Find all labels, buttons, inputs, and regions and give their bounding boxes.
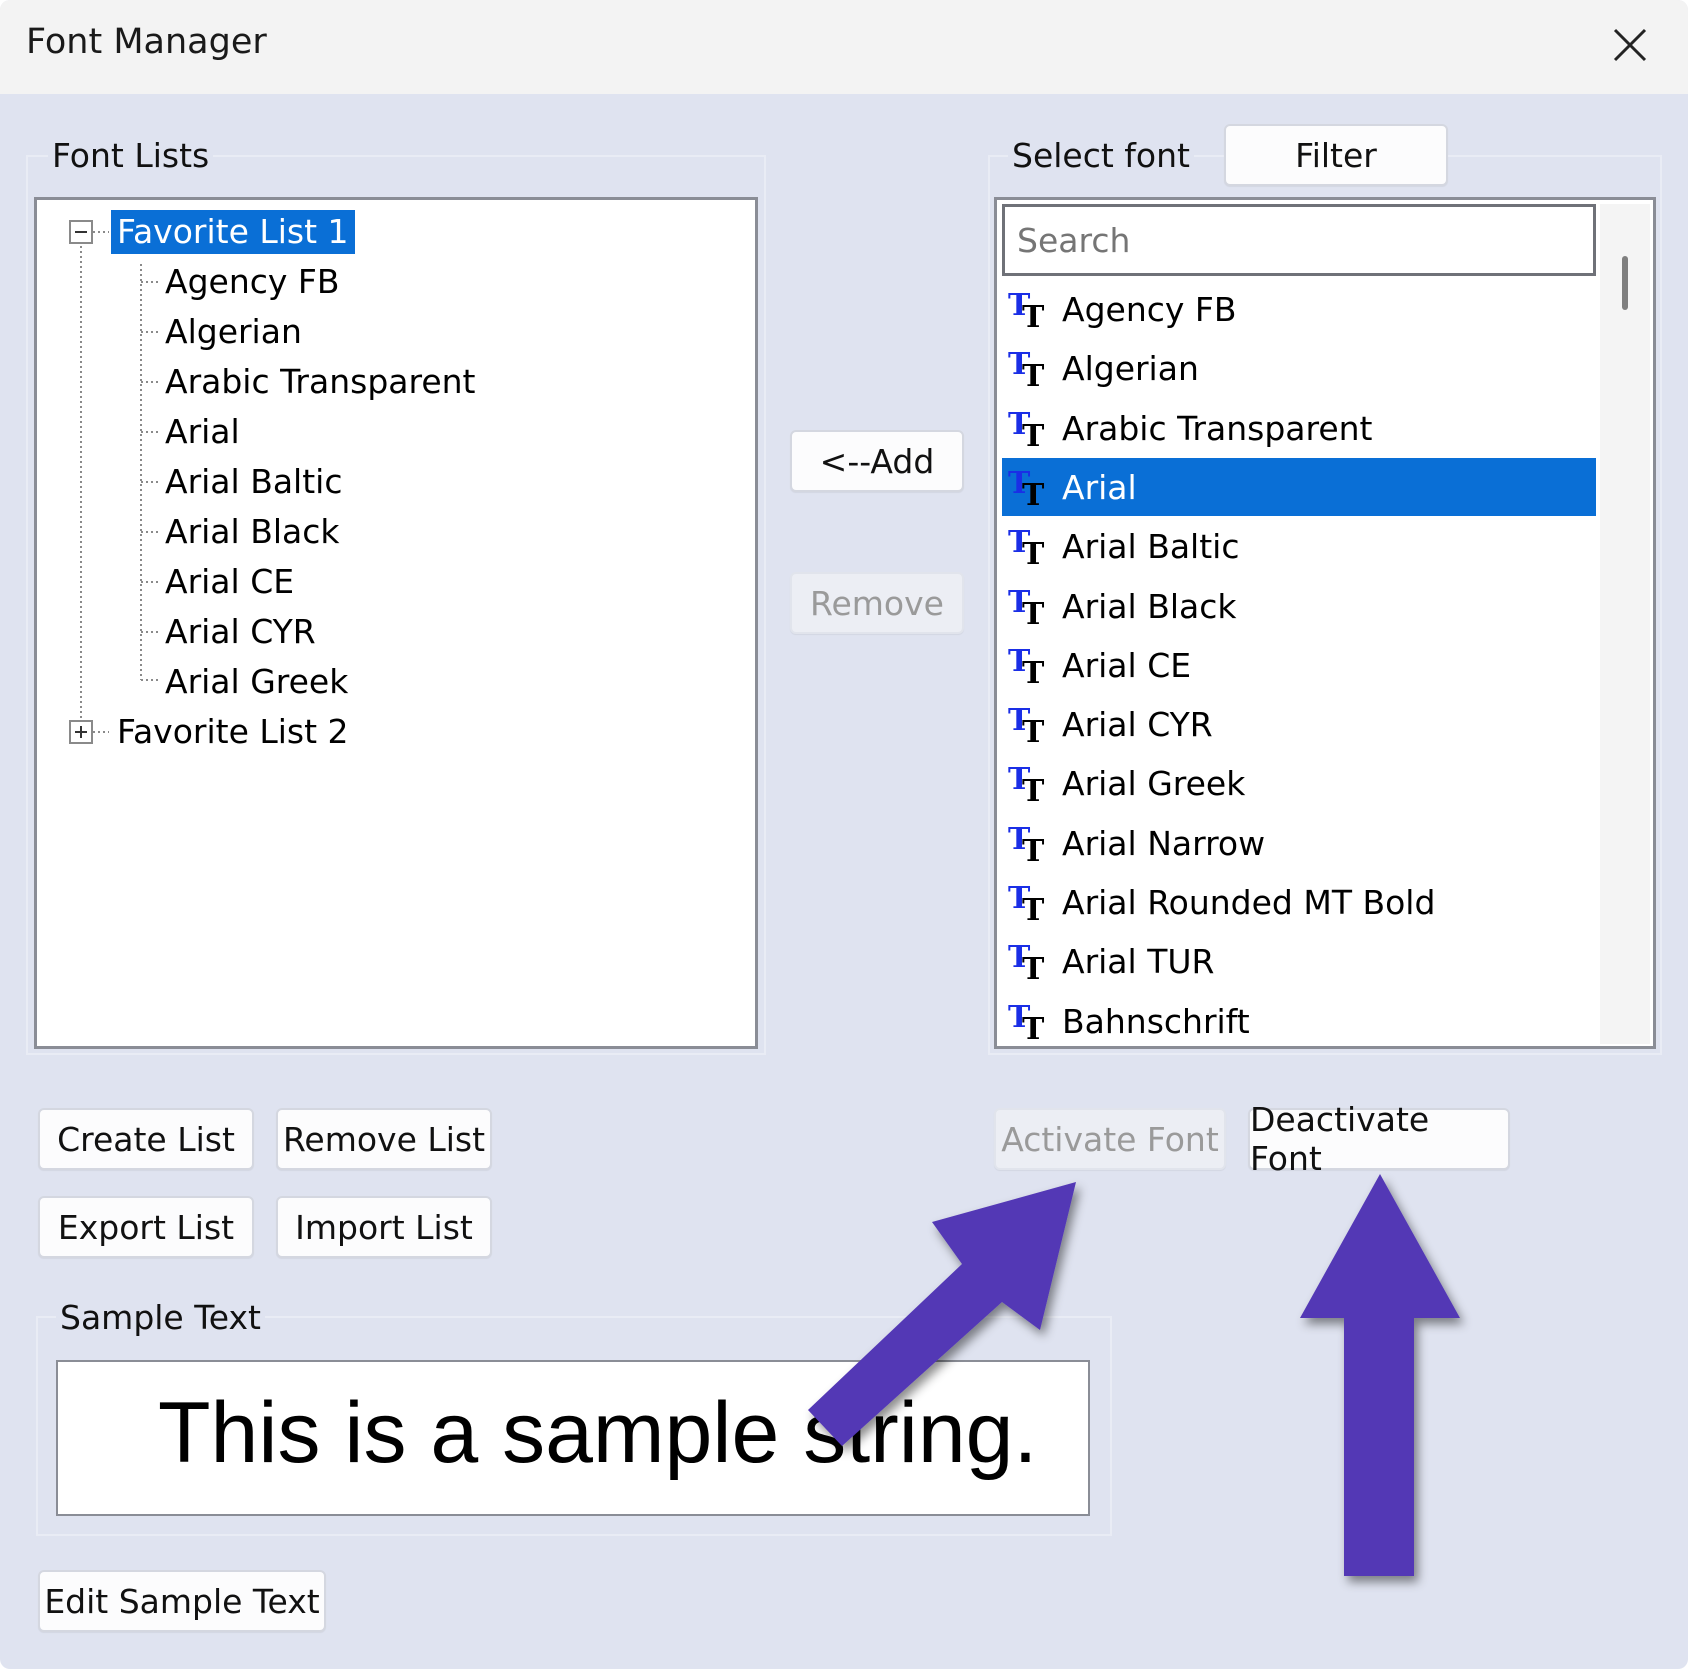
tree-child-item[interactable]: Arabic Transparent <box>165 360 476 404</box>
font-list-item[interactable]: T T Agency FB <box>1002 280 1596 338</box>
minus-box-icon <box>69 220 93 244</box>
truetype-icon: TT <box>1008 407 1045 450</box>
font-list-item-label: Algerian <box>1062 348 1199 388</box>
tree-child-item[interactable]: Algerian <box>165 310 302 354</box>
remove-button[interactable]: Remove <box>790 572 964 634</box>
export-list-button[interactable]: Export List <box>38 1196 254 1258</box>
svg-text:T: T <box>1022 359 1045 390</box>
sample-text-box: This is a sample string. <box>56 1360 1090 1516</box>
font-list-item[interactable]: T T Arial CYR <box>1002 695 1596 753</box>
font-list-item-label: Arial Black <box>1062 586 1237 626</box>
font-list-item-label: Arial Baltic <box>1062 526 1240 566</box>
truetype-icon: TT <box>1008 585 1045 628</box>
arrow-to-deactivate-font <box>1300 1174 1460 1576</box>
svg-text:T: T <box>1022 478 1045 509</box>
svg-text:T: T <box>1022 597 1045 628</box>
font-list-item[interactable]: T T Arial TUR <box>1002 932 1596 990</box>
truetype-icon: TT <box>1008 940 1045 983</box>
truetype-icon: TT <box>1008 881 1045 924</box>
sample-text: This is a sample string. <box>158 1385 1038 1481</box>
font-list-item-label: Arial Narrow <box>1062 823 1266 863</box>
tree-lines <box>80 231 159 733</box>
svg-text:T: T <box>1022 893 1045 924</box>
font-manager-window: Font Manager Font Lists Favorite List 1 … <box>0 0 1688 1669</box>
tree-item-favorite-list-2[interactable]: Favorite List 2 <box>117 710 349 754</box>
tree-child-item[interactable]: Arial Greek <box>165 660 348 704</box>
svg-text:T: T <box>1022 952 1045 983</box>
tree-collapse-toggle[interactable] <box>69 220 93 244</box>
tree-child-item[interactable]: Arial CE <box>165 560 294 604</box>
truetype-icon: TT <box>1008 466 1045 509</box>
font-list-item[interactable]: T T Arial CE <box>1002 636 1596 694</box>
font-list-item-label: Arial CE <box>1062 645 1192 685</box>
search-input[interactable] <box>1002 204 1596 276</box>
truetype-icon: TT <box>1008 822 1045 865</box>
font-list-item[interactable]: T T Arial Black <box>1002 577 1596 635</box>
font-list-scrollbar[interactable] <box>1600 204 1650 1044</box>
svg-text:T: T <box>1022 656 1045 687</box>
font-list-item[interactable]: T T Arabic Transparent <box>1002 399 1596 457</box>
font-list-item-label: Arial TUR <box>1062 941 1215 981</box>
font-list-item-label: Agency FB <box>1062 289 1237 329</box>
create-list-button[interactable]: Create List <box>38 1108 254 1170</box>
font-list-item-label: Arial CYR <box>1062 704 1213 744</box>
tree-child-item[interactable]: Agency FB <box>165 260 340 304</box>
close-button[interactable] <box>1600 18 1660 72</box>
font-list-item-label: Arabic Transparent <box>1062 408 1373 448</box>
font-list-item[interactable]: T T Arial Greek <box>1002 754 1596 812</box>
edit-sample-text-button[interactable]: Edit Sample Text <box>38 1570 326 1632</box>
tree-child-item[interactable]: Arial <box>165 410 240 454</box>
activate-font-button[interactable]: Activate Font <box>994 1108 1226 1170</box>
window-title: Font Manager <box>26 22 267 62</box>
font-lists-label: Font Lists <box>48 136 214 175</box>
truetype-icon: TT <box>1008 288 1045 331</box>
tree-item-favorite-list-1[interactable]: Favorite List 1 <box>111 210 355 254</box>
deactivate-font-button[interactable]: Deactivate Font <box>1248 1100 1510 1178</box>
font-list-item-label: Arial <box>1062 467 1137 507</box>
truetype-icon: TT <box>1008 703 1045 746</box>
scroll-thumb[interactable] <box>1622 256 1628 310</box>
font-list-item-label: Arial Greek <box>1062 763 1246 803</box>
svg-text:T: T <box>1022 834 1045 865</box>
font-list-item[interactable]: T T Arial Rounded MT Bold <box>1002 873 1596 931</box>
font-list-item[interactable]: T T Arial Narrow <box>1002 814 1596 872</box>
font-list-item-label: Arial Rounded MT Bold <box>1062 882 1436 922</box>
svg-text:T: T <box>1022 537 1045 568</box>
svg-text:T: T <box>1022 774 1045 805</box>
truetype-icon: TT <box>1008 1000 1045 1043</box>
font-list-item[interactable]: T T Algerian <box>1002 339 1596 397</box>
truetype-icon: TT <box>1008 762 1045 805</box>
sample-text-label: Sample Text <box>56 1298 265 1337</box>
font-list-item-label: Bahnschrift <box>1062 1001 1250 1041</box>
svg-text:T: T <box>1022 715 1045 746</box>
close-icon <box>1613 28 1647 62</box>
filter-button[interactable]: Filter <box>1224 124 1448 186</box>
font-list-item[interactable]: T T Arial <box>1002 458 1596 516</box>
truetype-icon: TT <box>1008 525 1045 568</box>
tree-child-item[interactable]: Arial Baltic <box>165 460 342 504</box>
remove-list-button[interactable]: Remove List <box>276 1108 492 1170</box>
svg-text:T: T <box>1022 300 1045 331</box>
svg-text:T: T <box>1022 419 1045 450</box>
truetype-icon: TT <box>1008 347 1045 390</box>
select-font-label: Select font <box>1008 136 1194 175</box>
add-button[interactable]: <--Add <box>790 430 964 492</box>
title-bar: Font Manager <box>0 0 1688 94</box>
font-list-item[interactable]: T T Bahnschrift <box>1002 992 1596 1050</box>
tree-expand-toggle[interactable] <box>69 720 93 744</box>
font-lists-tree[interactable]: Favorite List 1 Agency FB Algerian Arabi… <box>34 197 758 1049</box>
svg-text:T: T <box>1022 1012 1045 1043</box>
tree-child-item[interactable]: Arial CYR <box>165 610 316 654</box>
font-list-item[interactable]: T T Arial Baltic <box>1002 517 1596 575</box>
import-list-button[interactable]: Import List <box>276 1196 492 1258</box>
truetype-icon: TT <box>1008 644 1045 687</box>
plus-box-icon <box>69 720 93 744</box>
tree-child-item[interactable]: Arial Black <box>165 510 339 554</box>
